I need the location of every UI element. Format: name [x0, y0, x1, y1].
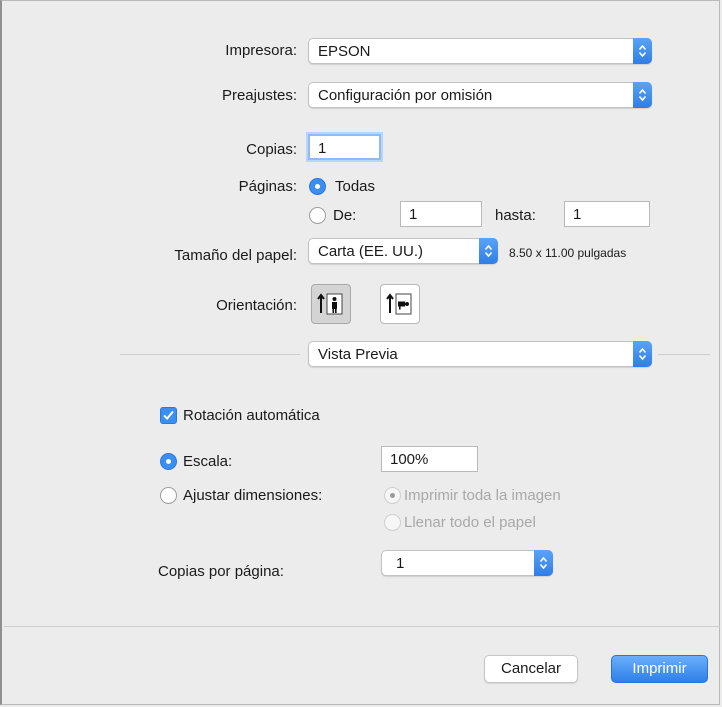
print-dialog: Impresora: EPSON Preajustes: Configuraci… — [0, 0, 720, 705]
fit-whole-image-label: Imprimir toda la imagen — [404, 487, 561, 504]
printer-popup[interactable]: EPSON — [308, 38, 652, 64]
presets-label: Preajustes: — [221, 87, 297, 104]
pages-label: Páginas: — [238, 178, 297, 195]
scale-label: Escala: — [183, 453, 233, 470]
section-separator-right — [658, 354, 710, 355]
printer-label: Impresora: — [225, 42, 297, 59]
popup-arrows-icon — [633, 341, 652, 367]
scale-radio[interactable] — [160, 453, 177, 470]
pages-range-radio[interactable] — [309, 207, 326, 224]
orientation-landscape-button[interactable] — [380, 284, 420, 324]
paper-size-popup[interactable]: Carta (EE. UU.) — [308, 238, 498, 264]
paper-size-value: Carta (EE. UU.) — [318, 243, 424, 260]
pages-to-label: hasta: — [495, 207, 536, 224]
orientation-label: Orientación: — [216, 297, 297, 314]
popup-arrows-icon — [633, 38, 652, 64]
section-value: Vista Previa — [318, 346, 398, 363]
fit-fill-paper-radio[interactable] — [384, 514, 401, 531]
bottom-separator — [4, 626, 720, 627]
cancel-button[interactable]: Cancelar — [484, 655, 578, 683]
pages-from-field[interactable]: 1 — [400, 201, 482, 227]
landscape-orientation-icon — [386, 293, 412, 315]
presets-value: Configuración por omisión — [318, 87, 493, 104]
copies-per-page-value: 1 — [396, 555, 405, 572]
fit-fill-paper-label: Llenar todo el papel — [404, 514, 536, 531]
auto-rotate-label: Rotación automática — [183, 407, 320, 424]
fit-whole-image-radio[interactable] — [384, 487, 401, 504]
presets-popup[interactable]: Configuración por omisión — [308, 82, 652, 108]
scale-field[interactable]: 100% — [381, 446, 478, 472]
copies-per-page-popup[interactable]: 1 — [381, 550, 553, 576]
pages-from-label: De: — [333, 207, 357, 224]
copies-field[interactable]: 1 — [308, 134, 381, 160]
printer-value: EPSON — [318, 43, 371, 60]
popup-arrows-icon — [633, 82, 652, 108]
print-button[interactable]: Imprimir — [611, 655, 708, 683]
popup-arrows-icon — [479, 238, 498, 264]
orientation-portrait-button[interactable] — [311, 284, 351, 324]
pages-all-radio[interactable] — [309, 178, 326, 195]
paper-size-label: Tamaño del papel: — [174, 247, 297, 264]
section-separator-left — [120, 354, 300, 355]
pages-all-label: Todas — [335, 178, 376, 195]
fit-radio[interactable] — [160, 487, 177, 504]
checkmark-icon — [163, 410, 174, 420]
copies-label: Copias: — [246, 141, 297, 158]
paper-dimensions: 8.50 x 11.00 pulgadas — [509, 246, 627, 260]
fit-label: Ajustar dimensiones: — [183, 487, 323, 504]
copies-per-page-label: Copias por página: — [158, 563, 284, 580]
popup-arrows-icon — [534, 550, 553, 576]
auto-rotate-checkbox[interactable] — [160, 407, 177, 424]
pages-to-field[interactable]: 1 — [564, 201, 650, 227]
section-popup[interactable]: Vista Previa — [308, 341, 652, 367]
portrait-orientation-icon — [317, 293, 343, 315]
